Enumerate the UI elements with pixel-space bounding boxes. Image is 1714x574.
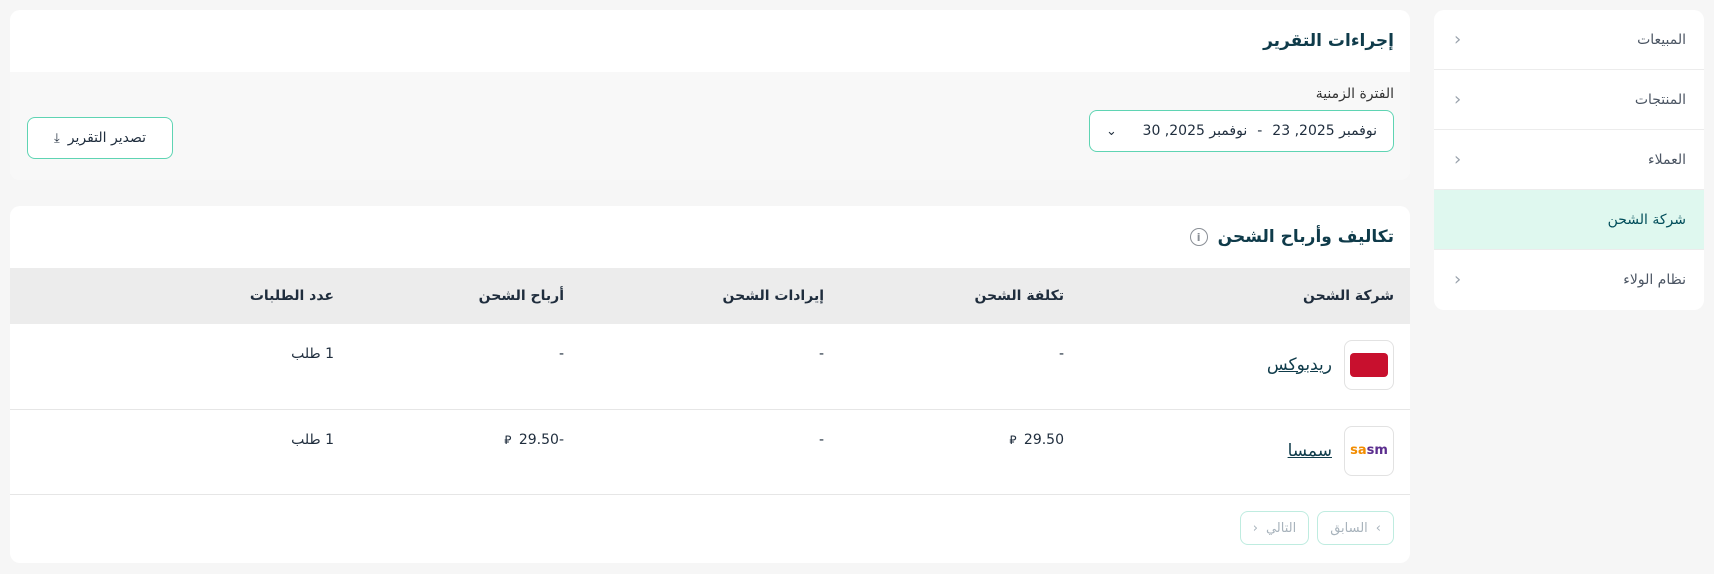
- cost-value: -: [1058, 346, 1064, 362]
- chevron-left-icon: ‹: [1454, 269, 1462, 290]
- download-icon: ⤓: [54, 130, 60, 146]
- chevron-left-icon: ‹: [1454, 28, 1462, 50]
- date-to: نوفمبر 2025, 30: [1142, 123, 1248, 139]
- table-header-row: شركة الشحن تكلفة الشحن إيرادات الشحن أرب…: [10, 268, 1410, 324]
- shipping-costs-card: تكاليف وأرباح الشحن i شركة الشحن تكلفة ا…: [10, 206, 1410, 563]
- table-row: sm sa سمسا 29.50 ⃁ - -29.50 ⃁ 1 طلب: [10, 409, 1410, 494]
- sidebar-item-products[interactable]: المنتجات ‹: [1434, 70, 1704, 130]
- reports-sidebar: المبيعات ‹ المنتجات ‹ العملاء ‹ شركة الش…: [1434, 10, 1704, 310]
- chevron-right-icon: ›: [1375, 520, 1381, 536]
- sidebar-item-label: شركة الشحن: [1607, 211, 1686, 228]
- sidebar-item-shipping[interactable]: شركة الشحن: [1434, 190, 1704, 250]
- sidebar-item-label: العملاء: [1648, 151, 1686, 168]
- column-header-orders[interactable]: عدد الطلبات: [10, 268, 350, 324]
- riyal-icon: ⃁: [504, 432, 512, 447]
- report-actions-body: الفترة الزمنية نوفمبر 2025, 23 - نوفمبر …: [10, 72, 1410, 180]
- export-button-label: تصدير التقرير: [67, 130, 147, 146]
- company: ريدبوكس: [1096, 340, 1394, 390]
- report-actions-title: إجراءات التقرير: [1263, 31, 1394, 51]
- sidebar-item-loyalty[interactable]: نظام الولاء ‹: [1434, 250, 1704, 310]
- revenue-cell: -: [580, 324, 840, 409]
- column-header-revenue[interactable]: إيرادات الشحن: [580, 268, 840, 324]
- profit-value: -: [558, 346, 564, 362]
- date-from: نوفمبر 2025, 23: [1272, 123, 1377, 139]
- chevron-left-icon: ‹: [1454, 88, 1462, 110]
- revenue-value: -: [818, 346, 824, 362]
- cost-cell: -: [840, 324, 1080, 409]
- sidebar-item-label: المبيعات: [1637, 31, 1686, 48]
- pagination: › السابق التالي ‹: [1239, 511, 1394, 545]
- chevron-left-icon: ‹: [1252, 520, 1258, 536]
- shipping-table-title-row: تكاليف وأرباح الشحن i: [10, 206, 1410, 268]
- cost-cell: 29.50 ⃁: [840, 409, 1080, 494]
- column-header-profit[interactable]: أرباح الشحن: [350, 268, 580, 324]
- riyal-icon: ⃁: [1009, 432, 1017, 447]
- chevron-down-icon: ⌄: [1106, 123, 1117, 139]
- column-header-cost[interactable]: تكلفة الشحن: [840, 268, 1080, 324]
- sidebar-item-label: المنتجات: [1634, 91, 1686, 108]
- chevron-left-icon: ‹: [1454, 148, 1462, 170]
- revenue-value: -: [818, 431, 824, 448]
- period-label: الفترة الزمنية: [1315, 86, 1394, 102]
- next-page-button[interactable]: التالي ‹: [1239, 511, 1310, 545]
- revenue-cell: -: [580, 409, 840, 494]
- redbox-logo: [1344, 340, 1394, 390]
- export-report-button[interactable]: تصدير التقرير ⤓: [27, 117, 173, 159]
- company-cell: ريدبوكس: [1080, 324, 1410, 409]
- company-cell: sm sa سمسا: [1080, 409, 1410, 494]
- cost-value: 29.50: [1023, 431, 1064, 448]
- company-link[interactable]: سمسا: [1288, 441, 1332, 461]
- date-range-text: نوفمبر 2025, 23 - نوفمبر 2025, 30: [1143, 123, 1377, 139]
- prev-page-button[interactable]: › السابق: [1317, 511, 1394, 545]
- table-row: ريدبوكس - - - 1 طلب: [10, 324, 1410, 409]
- orders-value: 1 طلب: [291, 346, 334, 362]
- profit-cell: -: [350, 324, 580, 409]
- company: sm sa سمسا: [1096, 425, 1394, 476]
- orders-cell: 1 طلب: [10, 324, 350, 409]
- sidebar-item-label: نظام الولاء: [1623, 272, 1686, 288]
- shipping-table-title: تكاليف وأرباح الشحن: [1217, 227, 1394, 247]
- column-header-company[interactable]: شركة الشحن: [1080, 268, 1410, 324]
- profit-cell: -29.50 ⃁: [350, 409, 580, 494]
- company-link[interactable]: ريدبوكس: [1267, 355, 1332, 375]
- orders-value: 1 طلب: [291, 431, 334, 448]
- date-range-picker[interactable]: نوفمبر 2025, 23 - نوفمبر 2025, 30 ⌄: [1089, 110, 1394, 152]
- smsa-logo: sm sa: [1344, 425, 1394, 476]
- next-label: التالي: [1265, 520, 1297, 536]
- profit-value: -29.50: [518, 431, 564, 448]
- sidebar-item-sales[interactable]: المبيعات ‹: [1434, 10, 1704, 70]
- shipping-table: شركة الشحن تكلفة الشحن إيرادات الشحن أرب…: [10, 268, 1410, 495]
- info-icon[interactable]: i: [1189, 228, 1208, 246]
- prev-label: السابق: [1330, 520, 1368, 536]
- sidebar-item-customers[interactable]: العملاء ‹: [1434, 130, 1704, 190]
- report-actions-card: إجراءات التقرير الفترة الزمنية نوفمبر 20…: [10, 10, 1410, 180]
- orders-cell: 1 طلب: [10, 409, 350, 494]
- date-separator: -: [1257, 123, 1263, 139]
